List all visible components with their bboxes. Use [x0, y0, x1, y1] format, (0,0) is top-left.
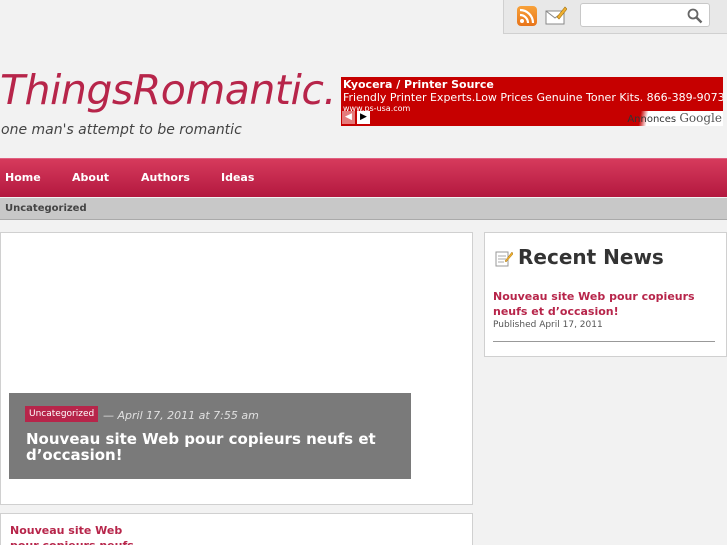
nav-item-about[interactable]: About — [72, 171, 109, 184]
category-badge[interactable]: Uncategorized — [25, 406, 99, 422]
ad-text[interactable]: Friendly Printer Experts.Low Prices Genu… — [343, 91, 723, 104]
google-logo: Google — [679, 111, 722, 125]
widget-heading: Recent News — [518, 245, 664, 269]
post-date: — April 17, 2011 at 7:55 am — [103, 409, 259, 422]
featured-post-title[interactable]: Nouveau site Web pour copieurs neufs et … — [26, 431, 396, 463]
category-nav: Uncategorized — [0, 198, 727, 220]
top-utility-bar — [503, 0, 727, 34]
ad-prev-button[interactable]: ◀ — [342, 111, 355, 124]
mail-icon[interactable] — [545, 5, 568, 26]
google-ad-banner[interactable]: Kyocera / Printer Source Friendly Printe… — [341, 77, 723, 126]
site-tagline: one man's attempt to be romantic — [1, 122, 242, 138]
site-title[interactable]: ThingsRomantic. — [0, 66, 336, 114]
ad-annonces-google[interactable]: Annonces Google — [627, 111, 722, 125]
recent-news-link[interactable]: Nouveau site Web pour copieurs neufs et … — [493, 289, 698, 319]
nav-item-ideas[interactable]: Ideas — [221, 171, 254, 184]
post-list-item: Nouveau site Web pour copieurs neufs — [0, 513, 473, 545]
featured-post-caption[interactable]: Uncategorized — April 17, 2011 at 7:55 a… — [9, 393, 411, 479]
ad-next-button[interactable]: ▶ — [357, 111, 370, 124]
recent-news-widget: Recent News Nouveau site Web pour copieu… — [484, 232, 727, 357]
rss-icon[interactable] — [517, 6, 537, 26]
post-title-link[interactable]: Nouveau site Web pour copieurs neufs — [10, 523, 140, 545]
nav-item-home[interactable]: Home — [5, 171, 41, 184]
main-nav: Home About Authors Ideas — [0, 158, 727, 197]
nav-item-authors[interactable]: Authors — [141, 171, 190, 184]
divider — [493, 341, 715, 342]
news-icon — [495, 249, 514, 267]
search-field[interactable] — [580, 3, 710, 27]
ad-title[interactable]: Kyocera / Printer Source — [343, 78, 494, 91]
search-input[interactable] — [585, 4, 685, 27]
category-uncategorized[interactable]: Uncategorized — [5, 203, 87, 214]
ad-annonces-label: Annonces — [627, 114, 677, 125]
search-icon[interactable] — [687, 8, 703, 24]
recent-news-date: Published April 17, 2011 — [493, 320, 603, 330]
